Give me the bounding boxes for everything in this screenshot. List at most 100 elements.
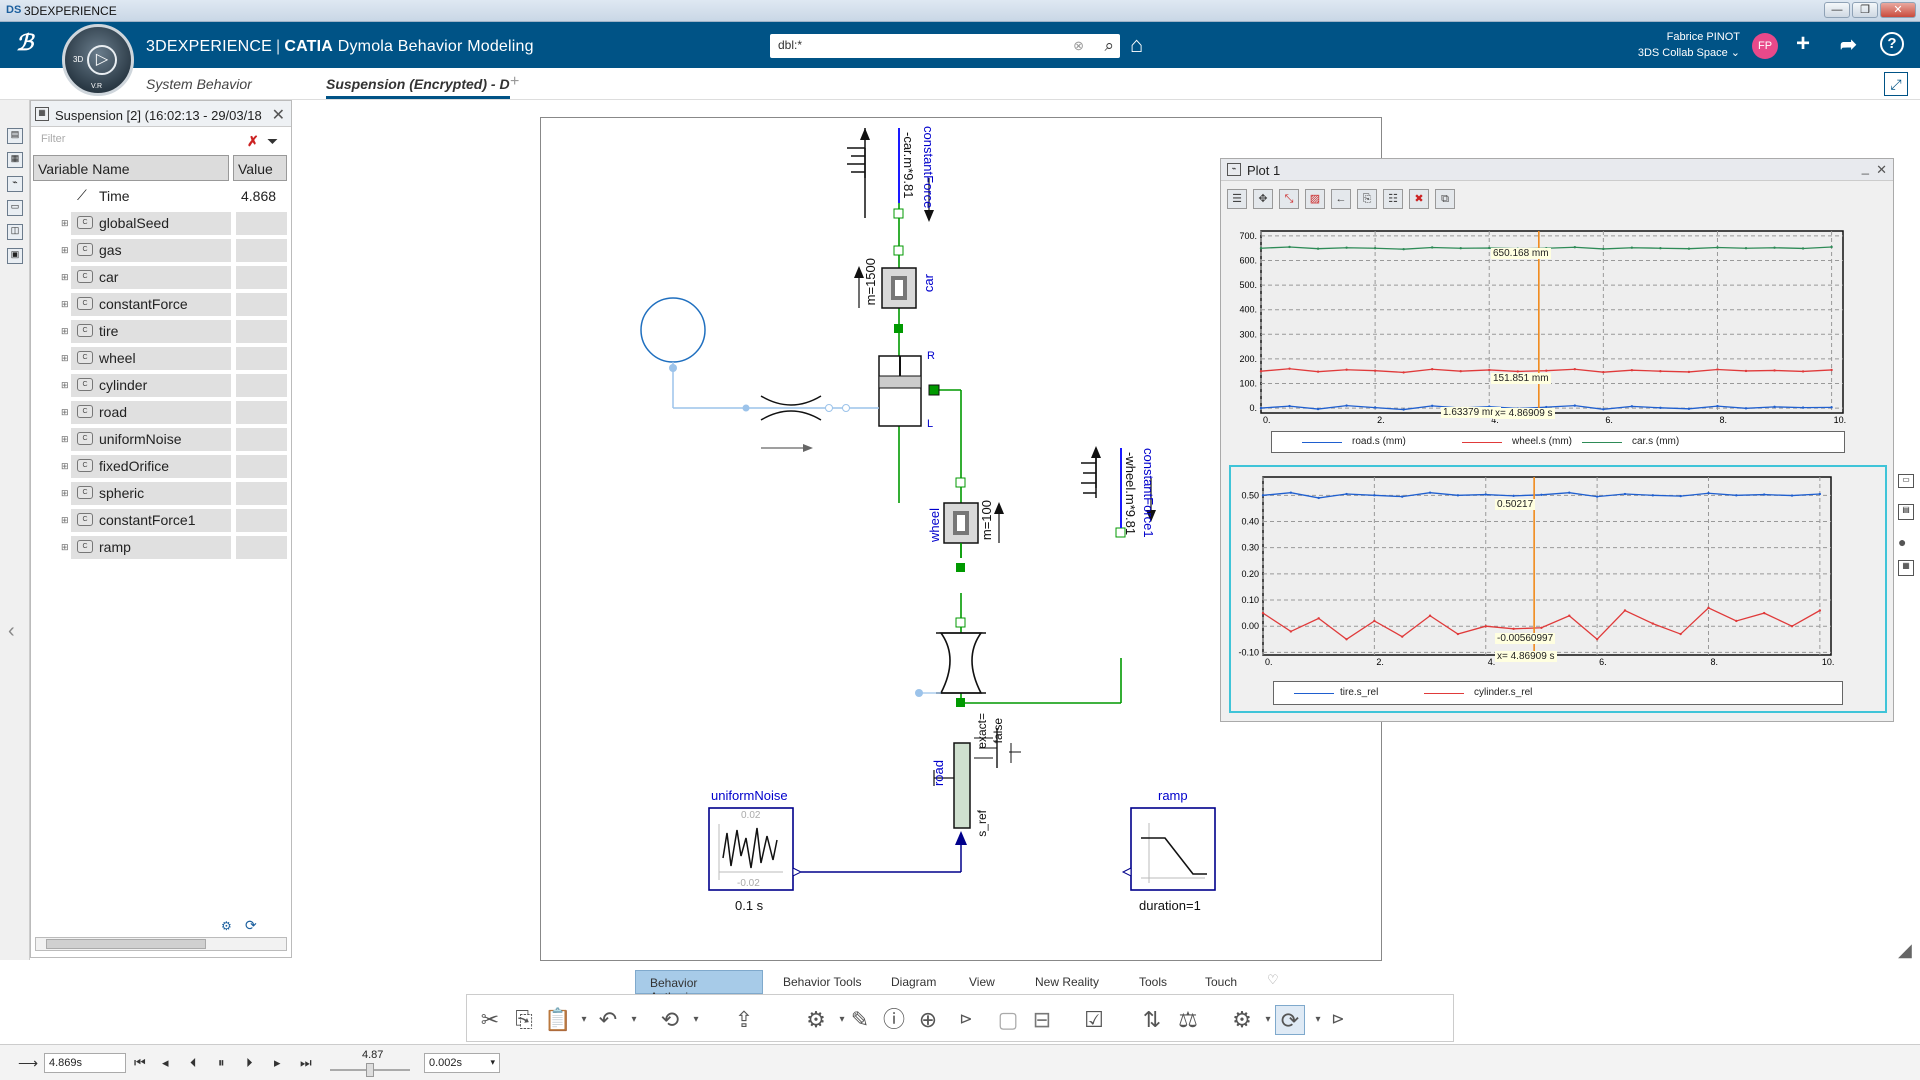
- tab-diagram[interactable]: Diagram: [877, 970, 950, 994]
- pause-icon[interactable]: ⏸: [218, 1055, 225, 1071]
- expand-icon[interactable]: ⊞: [61, 488, 69, 499]
- table-row[interactable]: ⊞ CconstantForce1: [33, 507, 289, 533]
- refresh-icon[interactable]: ⟳: [245, 917, 257, 934]
- table-row[interactable]: ⊞ CfixedOrifice: [33, 453, 289, 479]
- time-input[interactable]: 4.869s: [44, 1053, 126, 1073]
- table-row[interactable]: ⊞ CuniformNoise: [33, 426, 289, 452]
- add-icon[interactable]: +: [1796, 30, 1810, 58]
- rewind-start-icon[interactable]: ⏮: [134, 1055, 146, 1071]
- animation-settings-icon[interactable]: ⚙: [221, 919, 232, 933]
- collab-space[interactable]: 3DS Collab Space ⌄: [1600, 45, 1740, 61]
- expand-icon[interactable]: ⊞: [61, 299, 69, 310]
- fast-forward-end-icon[interactable]: ⏭: [300, 1055, 312, 1071]
- export-plot-icon[interactable]: ⎘: [1357, 189, 1377, 209]
- table-row[interactable]: ⊞ Croad: [33, 399, 289, 425]
- compass-widget[interactable]: 3D ▷ V.R: [62, 24, 134, 96]
- variant-icon[interactable]: ⚖: [1173, 1005, 1203, 1035]
- expand-icon[interactable]: ⊞: [61, 326, 69, 337]
- chart-icon[interactable]: ◫: [7, 224, 23, 240]
- expand-icon[interactable]: ⊞: [61, 434, 69, 445]
- arrow-right-icon[interactable]: ⟶: [18, 1055, 38, 1072]
- table-row[interactable]: ⊞ Cramp: [33, 534, 289, 560]
- comment-icon[interactable]: ●: [1898, 534, 1906, 550]
- expand-icon[interactable]: ⊞: [61, 515, 69, 526]
- horizontal-scrollbar[interactable]: [35, 937, 287, 951]
- undo-dropdown-icon[interactable]: ▾: [619, 1005, 649, 1035]
- col-variable-name[interactable]: Variable Name: [33, 155, 229, 181]
- step-back-icon[interactable]: ◂: [162, 1055, 169, 1071]
- cut-icon[interactable]: ✂: [475, 1005, 505, 1035]
- expand-icon[interactable]: ⊞: [61, 542, 69, 553]
- add-component-icon[interactable]: ⊕: [913, 1005, 943, 1035]
- table-row[interactable]: ⊞ Cgas: [33, 237, 289, 263]
- table-row[interactable]: ⊞ Cwheel: [33, 345, 289, 371]
- update-dropdown-icon[interactable]: ▾: [681, 1005, 711, 1035]
- reverse-icon[interactable]: ⏴: [190, 1055, 197, 1071]
- help-icon[interactable]: ?: [1880, 32, 1904, 56]
- tab-new-reality[interactable]: New Reality: [1021, 970, 1113, 994]
- table-icon[interactable]: ▭: [7, 200, 23, 216]
- filter-input[interactable]: Filter: [35, 131, 275, 149]
- close-window-button[interactable]: ✕: [1880, 2, 1916, 18]
- info-icon[interactable]: ⓘ: [879, 1005, 909, 1035]
- expand-icon[interactable]: ⊞: [61, 272, 69, 283]
- table-row[interactable]: ⟋ Time 4.868: [33, 183, 289, 209]
- tab-touch[interactable]: Touch: [1191, 970, 1251, 994]
- next-section-icon[interactable]: ⊳: [1323, 1005, 1353, 1035]
- expand-icon[interactable]: ⊞: [61, 245, 69, 256]
- document-icon[interactable]: ▤: [1898, 504, 1914, 520]
- check-model-icon[interactable]: ☑: [1079, 1005, 1109, 1035]
- table-row[interactable]: ⊞ CconstantForce: [33, 291, 289, 317]
- search-icon[interactable]: ⌕: [1104, 36, 1114, 56]
- restore-button[interactable]: ❐: [1852, 2, 1878, 18]
- clear-filter-icon[interactable]: ✗: [247, 133, 259, 150]
- step-forward-icon[interactable]: ▸: [274, 1055, 281, 1071]
- funnel-icon[interactable]: ⏷: [267, 133, 278, 150]
- tab-behavior-tools[interactable]: Behavior Tools: [769, 970, 876, 994]
- expand-section-icon[interactable]: ⊳: [951, 1005, 981, 1035]
- step-select[interactable]: 0.002s ▾: [424, 1053, 500, 1073]
- back-icon[interactable]: ←: [1331, 189, 1351, 209]
- close-panel-icon[interactable]: ✕: [272, 105, 285, 125]
- expand-icon[interactable]: ⊞: [61, 218, 69, 229]
- user-info[interactable]: Fabrice PINOT 3DS Collab Space ⌄: [1600, 29, 1740, 61]
- collapse-left-icon[interactable]: ‹: [8, 620, 15, 643]
- tab-behavior-authoring[interactable]: Behavior Authoring: [635, 970, 763, 1004]
- fullscreen-icon[interactable]: ⤢: [1884, 72, 1908, 96]
- clear-search-icon[interactable]: ⊗: [1073, 38, 1084, 54]
- plot-minimize-button[interactable]: _: [1862, 160, 1869, 175]
- minimize-button[interactable]: —: [1824, 2, 1850, 18]
- clear-curves-icon[interactable]: ⤡: [1279, 189, 1299, 209]
- library-icon[interactable]: ▦: [7, 152, 23, 168]
- table-row[interactable]: ⊞ CglobalSeed: [33, 210, 289, 236]
- copy-icon[interactable]: ⎘: [509, 1005, 539, 1035]
- split-icon[interactable]: ☷: [1383, 189, 1403, 209]
- pen-icon[interactable]: ◢: [1898, 940, 1912, 961]
- new-plot-icon[interactable]: ⧉: [1435, 189, 1455, 209]
- plot-icon[interactable]: ⌁: [7, 176, 23, 192]
- col-value[interactable]: Value: [233, 155, 287, 181]
- pan-icon[interactable]: ✥: [1253, 189, 1273, 209]
- variables-icon[interactable]: ▤: [7, 128, 23, 144]
- table-row[interactable]: ⊞ Ccar: [33, 264, 289, 290]
- tag-icon[interactable]: ⌂: [1130, 32, 1143, 58]
- time-slider-thumb[interactable]: [366, 1063, 374, 1077]
- expand-icon[interactable]: ⊞: [61, 461, 69, 472]
- table-row[interactable]: ⊞ Cspheric: [33, 480, 289, 506]
- plot-close-button[interactable]: ✕: [1876, 162, 1887, 178]
- erase-icon[interactable]: ▨: [1305, 189, 1325, 209]
- properties-icon[interactable]: ▦: [1898, 560, 1914, 576]
- graph-icon[interactable]: ▣: [7, 248, 23, 264]
- share-icon[interactable]: ➦: [1840, 32, 1857, 57]
- table-row[interactable]: ⊞ Ctire: [33, 318, 289, 344]
- tab-view[interactable]: View: [955, 970, 1009, 994]
- align-icon[interactable]: ⊟: [1027, 1005, 1057, 1035]
- play-icon[interactable]: ▷: [87, 45, 117, 75]
- search-input[interactable]: dbl:* ⊗ ⌕: [770, 34, 1120, 58]
- avatar[interactable]: FP: [1752, 33, 1778, 59]
- edit-model-icon[interactable]: ✎: [845, 1005, 875, 1035]
- new-tab-button[interactable]: +: [510, 73, 519, 91]
- scrollbar-thumb[interactable]: [46, 939, 206, 949]
- tab-suspension[interactable]: Suspension (Encrypted) - D: [326, 76, 510, 99]
- tab-system-behavior[interactable]: System Behavior: [146, 76, 252, 92]
